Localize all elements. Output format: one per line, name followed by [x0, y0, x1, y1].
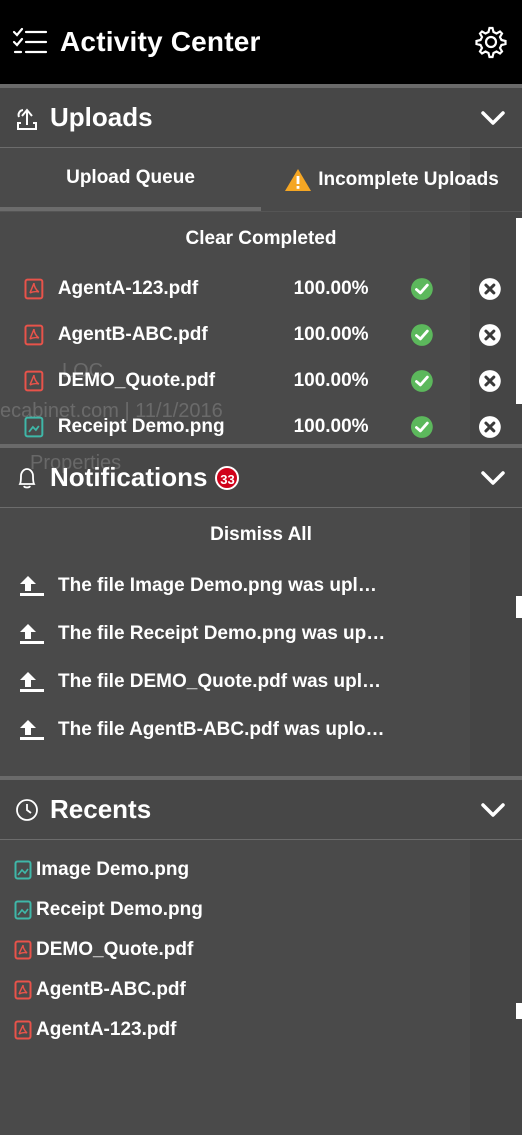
notification-text: The file Image Demo.png was upl…: [58, 575, 377, 596]
pdf-file-icon: [14, 980, 32, 1000]
recents-title: Recents: [50, 794, 152, 824]
pdf-file-icon: [24, 278, 44, 300]
notification-count-badge: 33: [215, 465, 240, 490]
check-circle-icon: [411, 278, 434, 300]
check-circle-icon: [411, 370, 434, 392]
tab-incomplete-uploads[interactable]: Incomplete Uploads: [261, 148, 522, 211]
notification-item[interactable]: The file DEMO_Quote.pdf was upl…: [0, 658, 522, 706]
chevron-down-icon[interactable]: [480, 109, 506, 127]
upload-progress: 100.00%: [293, 324, 369, 345]
recent-item[interactable]: AgentB-ABC.pdf: [0, 970, 522, 1010]
upload-cloud-icon: [17, 107, 37, 130]
recent-item[interactable]: Image Demo.png: [0, 850, 522, 890]
remove-circle-icon[interactable]: [478, 369, 502, 393]
checklist-menu-icon[interactable]: [12, 27, 48, 57]
activity-center-header: Activity Center: [0, 0, 522, 88]
chevron-down-icon[interactable]: [480, 469, 506, 487]
upload-tabs: Upload Queue Incomplete Uploads: [0, 148, 522, 212]
dismiss-all-button[interactable]: Dismiss All: [0, 508, 522, 562]
upload-arrow-icon: [20, 624, 44, 644]
upload-file-name: AgentB-ABC.pdf: [57, 324, 208, 345]
background-label-1: LOC: [62, 360, 104, 382]
scrollbar-thumb[interactable]: [516, 596, 522, 618]
upload-progress: 100.00%: [293, 278, 369, 299]
pdf-file-icon: [24, 370, 44, 392]
remove-circle-icon[interactable]: [478, 323, 502, 347]
clear-completed-button[interactable]: Clear Completed: [0, 212, 522, 266]
tab-incomplete-uploads-label: Incomplete Uploads: [318, 168, 499, 190]
image-file-icon: [14, 900, 32, 920]
clear-completed-label: Clear Completed: [185, 228, 337, 249]
notification-item[interactable]: The file Receipt Demo.png was up…: [0, 610, 522, 658]
uploads-title: Uploads: [50, 102, 153, 132]
panel-title: Activity Center: [60, 26, 261, 57]
notification-text: The file DEMO_Quote.pdf was upl…: [58, 671, 382, 692]
background-label-2: ecabinet.com | 11/1/2016: [0, 400, 223, 422]
recent-item[interactable]: Receipt Demo.png: [0, 890, 522, 930]
recent-file-name: Receipt Demo.png: [36, 899, 203, 920]
background-app-text: ecabinet.com | 11/1/2016: [0, 400, 223, 423]
dismiss-all-label: Dismiss All: [210, 524, 312, 545]
upload-arrow-icon: [20, 720, 44, 740]
background-app-text: LOC: [62, 360, 103, 383]
recent-item[interactable]: AgentA-123.pdf: [0, 1010, 522, 1050]
recent-file-name: Image Demo.png: [36, 859, 190, 880]
upload-item: AgentB-ABC.pdf 100.00%: [0, 312, 522, 358]
notification-text: The file Receipt Demo.png was up…: [58, 623, 386, 644]
pdf-file-icon: [14, 1020, 32, 1040]
notification-list: The file Image Demo.png was upl… The fil…: [0, 562, 522, 776]
uploads-section-header[interactable]: Uploads: [0, 88, 522, 148]
check-circle-icon: [411, 416, 434, 438]
image-file-icon: [14, 860, 32, 880]
notification-text: The file AgentB-ABC.pdf was uplo…: [58, 719, 385, 740]
check-circle-icon: [411, 324, 434, 346]
scrollbar-thumb[interactable]: [516, 1003, 522, 1019]
notification-item[interactable]: The file Image Demo.png was upl…: [0, 562, 522, 610]
upload-progress: 100.00%: [293, 370, 369, 391]
recent-item[interactable]: DEMO_Quote.pdf: [0, 930, 522, 970]
recent-file-name: AgentA-123.pdf: [36, 1019, 177, 1040]
upload-item: AgentA-123.pdf 100.00%: [0, 266, 522, 312]
clock-icon: [16, 798, 38, 821]
recent-file-name: DEMO_Quote.pdf: [36, 939, 194, 960]
recents-section-header[interactable]: Recents: [0, 780, 522, 840]
scrollbar-thumb[interactable]: [516, 218, 522, 404]
notification-item[interactable]: The file AgentB-ABC.pdf was uplo…: [0, 706, 522, 754]
background-app-text: Properties: [30, 452, 121, 475]
activity-center-panel: Activity Center Uploads Upload Queue Inc…: [0, 0, 522, 1135]
upload-arrow-icon: [20, 576, 44, 596]
tab-upload-queue[interactable]: Upload Queue: [0, 148, 261, 211]
remove-circle-icon[interactable]: [478, 277, 502, 301]
pdf-file-icon: [14, 940, 32, 960]
recent-file-name: AgentB-ABC.pdf: [36, 979, 186, 1000]
gear-icon[interactable]: [474, 25, 508, 59]
upload-file-name: AgentA-123.pdf: [57, 278, 199, 299]
tab-upload-queue-label: Upload Queue: [66, 166, 195, 188]
upload-progress: 100.00%: [293, 416, 369, 437]
upload-arrow-icon: [20, 672, 44, 692]
warning-icon: [285, 168, 312, 191]
remove-circle-icon[interactable]: [478, 415, 502, 439]
recents-list: Image Demo.png Receipt Demo.png DEMO_Quo…: [0, 840, 522, 1050]
chevron-down-icon[interactable]: [480, 801, 506, 819]
background-label-3: Properties: [30, 452, 122, 474]
pdf-file-icon: [24, 324, 44, 346]
